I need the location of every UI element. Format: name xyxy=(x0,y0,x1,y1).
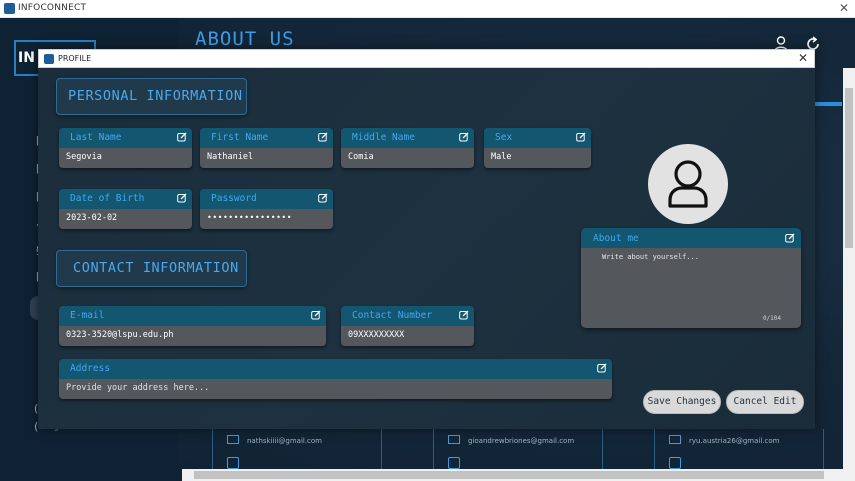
middle-name-value: Comia xyxy=(348,152,374,162)
edit-icon[interactable] xyxy=(177,193,187,203)
last-name-value: Segovia xyxy=(66,152,102,162)
facebook-icon[interactable] xyxy=(227,457,239,469)
dialog-body: PERSONAL INFORMATION Last Name Segovia F… xyxy=(38,68,815,429)
accent-bar xyxy=(812,102,842,106)
sex-value: Male xyxy=(491,152,512,162)
scrollbar-thumb[interactable] xyxy=(845,88,853,248)
field-label-bar: First Name xyxy=(200,128,333,148)
about-me-textarea[interactable]: Write about yourself... 0/104 xyxy=(581,248,801,328)
field-label-bar: About me xyxy=(581,228,801,248)
horizontal-scrollbar[interactable] xyxy=(182,469,843,481)
personal-info-title: PERSONAL INFORMATION xyxy=(68,88,243,104)
field-label-bar: Middle Name xyxy=(341,128,474,148)
contact-number-label: Contact Number xyxy=(352,310,433,321)
page-title: ABOUT US xyxy=(195,28,295,50)
field-label-bar: Date of Birth xyxy=(59,189,192,209)
window-titlebar: INFOCONNECT ✕ xyxy=(0,0,855,18)
mail-icon xyxy=(448,435,460,444)
edit-icon[interactable] xyxy=(459,132,469,142)
edit-icon[interactable] xyxy=(785,233,795,243)
avatar-icon xyxy=(668,160,708,208)
first-name-field[interactable]: First Name Nathaniel xyxy=(200,128,333,168)
edit-icon[interactable] xyxy=(576,132,586,142)
dob-input[interactable]: 2023-02-02 xyxy=(59,209,192,229)
sex-input[interactable]: Male xyxy=(484,148,591,168)
sex-field[interactable]: Sex Male xyxy=(484,128,591,168)
personal-info-header: PERSONAL INFORMATION xyxy=(56,78,247,115)
password-field[interactable]: Password •••••••••••••••• xyxy=(200,189,333,229)
edit-icon[interactable] xyxy=(597,363,607,373)
cancel-edit-label: Cancel Edit xyxy=(733,396,797,407)
profile-avatar[interactable] xyxy=(648,144,728,224)
field-label-bar: Sex xyxy=(484,128,591,148)
field-label-bar: Password xyxy=(200,189,333,209)
app-logo-icon xyxy=(44,54,54,64)
contact-number-value: 09XXXXXXXXX xyxy=(348,330,405,340)
dob-label: Date of Birth xyxy=(70,193,145,204)
profile-dialog: PROFILE ✕ PERSONAL INFORMATION Last Name… xyxy=(38,49,815,429)
edit-icon[interactable] xyxy=(311,310,321,320)
last-name-label: Last Name xyxy=(70,132,122,143)
address-field[interactable]: Address Provide your address here... xyxy=(59,359,612,399)
first-name-label: First Name xyxy=(211,132,269,143)
edit-icon[interactable] xyxy=(318,193,328,203)
mail-icon xyxy=(669,435,681,444)
first-name-input[interactable]: Nathaniel xyxy=(200,148,333,168)
vertical-scrollbar[interactable] xyxy=(843,68,855,481)
facebook-icon[interactable] xyxy=(669,457,681,469)
dialog-titlebar: PROFILE ✕ xyxy=(38,49,815,68)
contact-info-header: CONTACT INFORMATION xyxy=(56,250,247,287)
password-input[interactable]: •••••••••••••••• xyxy=(200,209,333,229)
sex-label: Sex xyxy=(495,132,513,143)
email-label: E-mail xyxy=(70,310,105,321)
about-me-placeholder: Write about yourself... xyxy=(602,253,699,261)
member-email: gioandrewbriones@gmail.com xyxy=(468,437,575,445)
field-label-bar: Last Name xyxy=(59,128,192,148)
edit-icon[interactable] xyxy=(177,132,187,142)
contact-number-field[interactable]: Contact Number 09XXXXXXXXX xyxy=(341,306,474,346)
field-label-bar: Contact Number xyxy=(341,306,474,326)
contact-info-title: CONTACT INFORMATION xyxy=(73,260,239,276)
password-value: •••••••••••••••• xyxy=(207,213,293,222)
about-me-field[interactable]: About me Write about yourself... 0/104 xyxy=(581,228,801,328)
dob-field[interactable]: Date of Birth 2023-02-02 xyxy=(59,189,192,229)
first-name-value: Nathaniel xyxy=(207,152,254,162)
edit-icon[interactable] xyxy=(459,310,469,320)
facebook-icon[interactable] xyxy=(448,457,460,469)
middle-name-field[interactable]: Middle Name Comia xyxy=(341,128,474,168)
password-label: Password xyxy=(211,193,257,204)
character-counter: 0/104 xyxy=(762,315,781,322)
address-input[interactable]: Provide your address here... xyxy=(59,379,612,399)
contact-number-input[interactable]: 09XXXXXXXXX xyxy=(341,326,474,346)
save-changes-label: Save Changes xyxy=(647,396,717,407)
field-label-bar: Address xyxy=(59,359,612,379)
address-placeholder: Provide your address here... xyxy=(66,383,210,393)
middle-name-label: Middle Name xyxy=(352,132,415,143)
save-changes-button[interactable]: Save Changes xyxy=(643,390,721,414)
last-name-input[interactable]: Segovia xyxy=(59,148,192,168)
mail-icon xyxy=(227,435,239,444)
edit-icon[interactable] xyxy=(318,132,328,142)
cancel-edit-button[interactable]: Cancel Edit xyxy=(726,390,804,414)
dialog-close-button[interactable]: ✕ xyxy=(798,51,808,65)
email-field[interactable]: E-mail 0323-3520@lspu.edu.ph xyxy=(59,306,326,346)
middle-name-input[interactable]: Comia xyxy=(341,148,474,168)
dob-value: 2023-02-02 xyxy=(66,213,118,223)
about-me-label: About me xyxy=(593,233,639,244)
window-close-button[interactable]: ✕ xyxy=(839,1,849,15)
email-input[interactable]: 0323-3520@lspu.edu.ph xyxy=(59,326,326,346)
dialog-title: PROFILE xyxy=(58,54,92,63)
sidebar-logo-text: IN xyxy=(18,50,35,66)
member-email: ryu.austria26@gmail.com xyxy=(689,437,780,445)
window-title: INFOCONNECT xyxy=(18,3,87,13)
email-value: 0323-3520@lspu.edu.ph xyxy=(66,330,174,340)
address-label: Address xyxy=(70,363,111,374)
member-email: nathskiiii@gmail.com xyxy=(247,437,323,445)
app-logo-icon xyxy=(4,3,15,14)
last-name-field[interactable]: Last Name Segovia xyxy=(59,128,192,168)
scrollbar-thumb[interactable] xyxy=(194,471,824,479)
field-label-bar: E-mail xyxy=(59,306,326,326)
